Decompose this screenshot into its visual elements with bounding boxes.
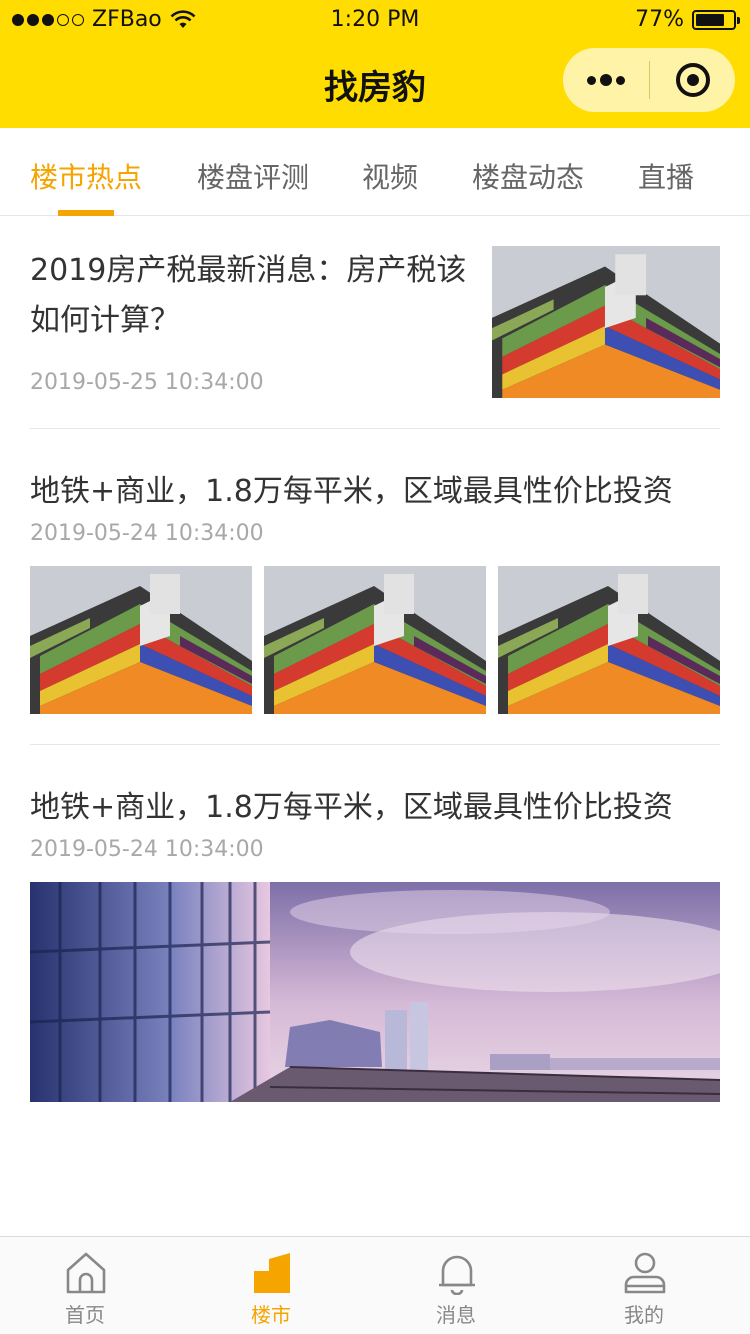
tab-property-news[interactable]: 楼盘动态	[472, 156, 584, 196]
article-date: 2019-05-24 10:34:00	[30, 837, 264, 862]
battery-icon	[692, 9, 740, 30]
more-dots-icon[interactable]	[563, 48, 649, 112]
active-tab-indicator	[58, 210, 114, 216]
bell-icon	[439, 1255, 475, 1295]
article-image-3	[498, 566, 720, 714]
tab-live[interactable]: 直播	[638, 156, 694, 196]
user-icon	[624, 1252, 666, 1294]
article-date: 2019-05-25 10:34:00	[30, 370, 264, 395]
article-title: 地铁+商业，1.8万每平米，区域最具性价比投资	[30, 474, 673, 509]
status-bar: ZFBao 1:20 PM 77%	[0, 0, 750, 40]
tabbar-item-market[interactable]: 楼市	[211, 1237, 331, 1334]
battery-percent: 77%	[635, 7, 684, 32]
home-icon	[66, 1252, 106, 1294]
tab-property-review[interactable]: 楼盘评测	[197, 156, 309, 196]
article-date: 2019-05-24 10:34:00	[30, 521, 264, 546]
tab-market-hot[interactable]: 楼市热点	[30, 156, 142, 196]
target-icon[interactable]	[650, 48, 735, 112]
article-title: 2019房产税最新消息：房产税该如何计算？	[30, 253, 467, 338]
tabbar-item-home[interactable]: 首页	[25, 1237, 145, 1334]
building-icon	[254, 1253, 290, 1293]
article-card-1[interactable]: 2019房产税最新消息：房产税该如何计算？ 2019-05-25 10:34:0…	[30, 246, 720, 406]
article-banner-image	[30, 882, 720, 1102]
mini-program-capsule	[563, 48, 735, 112]
tabbar-item-me[interactable]: 我的	[584, 1237, 704, 1334]
top-bar: ZFBao 1:20 PM 77% 找房豹	[0, 0, 750, 128]
divider	[30, 744, 720, 745]
article-card-2[interactable]: 地铁+商业，1.8万每平米，区域最具性价比投资 2019-05-24 10:34…	[30, 466, 720, 716]
divider	[30, 428, 720, 429]
article-thumbnail	[492, 246, 720, 398]
article-card-3[interactable]: 地铁+商业，1.8万每平米，区域最具性价比投资 2019-05-24 10:34…	[30, 782, 720, 1102]
tabbar-label: 消息	[436, 1303, 476, 1327]
tabbar-label: 我的	[624, 1303, 664, 1327]
article-title: 地铁+商业，1.8万每平米，区域最具性价比投资	[30, 790, 673, 825]
article-image-2	[264, 566, 486, 714]
article-image-1	[30, 566, 252, 714]
bottom-tab-bar: 首页 楼市 消息 我的	[0, 1236, 750, 1334]
battery-area: 77%	[635, 7, 740, 32]
tabbar-label: 楼市	[251, 1303, 291, 1327]
category-tabs: 楼市热点 楼盘评测 视频 楼盘动态 直播	[0, 128, 750, 216]
tab-video[interactable]: 视频	[362, 156, 418, 196]
tabbar-label: 首页	[65, 1303, 105, 1327]
tabbar-item-messages[interactable]: 消息	[396, 1237, 516, 1334]
